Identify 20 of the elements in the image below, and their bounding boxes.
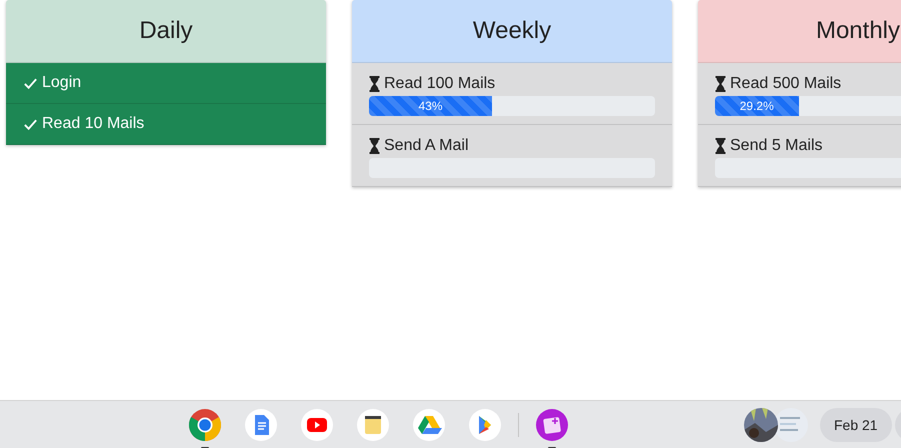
task-label: Send 5 Mails bbox=[730, 136, 822, 154]
document-icon[interactable] bbox=[244, 408, 278, 442]
progress-reading: 29.2% bbox=[740, 99, 774, 113]
task-label: Login bbox=[42, 74, 82, 92]
progress-reading: 43% bbox=[418, 99, 442, 113]
card-title: Daily bbox=[6, 0, 326, 63]
task-label: Read 10 Mails bbox=[42, 115, 144, 133]
hourglass-icon bbox=[715, 138, 726, 154]
hourglass-icon bbox=[369, 138, 380, 154]
play-icon[interactable] bbox=[300, 408, 334, 442]
date-button[interactable]: Feb 21 bbox=[820, 408, 892, 442]
task-label: Read 100 Mails bbox=[384, 74, 496, 92]
hourglass-icon bbox=[715, 76, 726, 92]
hourglass-icon bbox=[369, 76, 380, 92]
card-title: Weekly bbox=[352, 0, 672, 63]
task-label: Read 500 Mails bbox=[730, 74, 842, 92]
card-title: Monthly bbox=[698, 0, 901, 63]
notepad-icon[interactable] bbox=[356, 408, 390, 442]
holding-space-button[interactable] bbox=[744, 408, 808, 442]
task-label: Send A Mail bbox=[384, 136, 468, 154]
